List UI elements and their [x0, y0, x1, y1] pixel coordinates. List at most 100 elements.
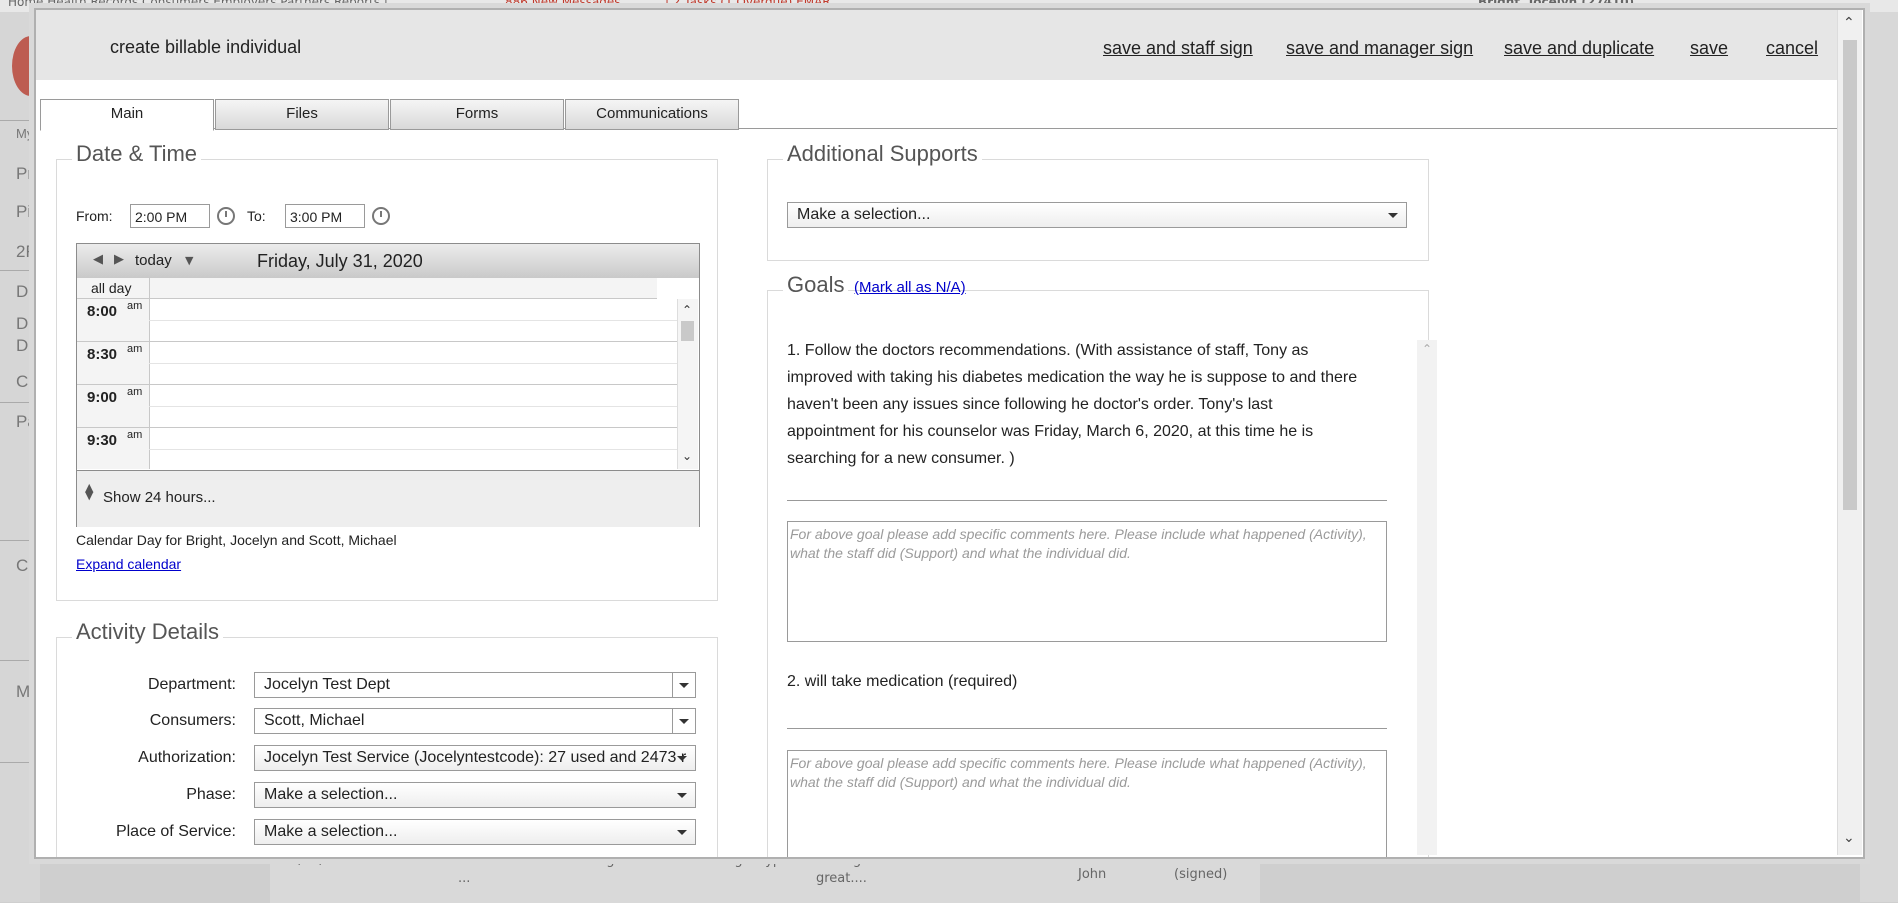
consumers-dropdown-icon[interactable]: [672, 709, 695, 733]
expand-calendar-link[interactable]: Expand calendar: [76, 556, 181, 572]
department-value: Jocelyn Test Dept: [264, 676, 390, 693]
goal-2-comment-placeholder: what the staff did (Support) and what th…: [790, 774, 1131, 790]
calendar-caption: Calendar Day for Bright, Jocelyn and Sco…: [76, 532, 397, 548]
tab-forms[interactable]: Forms: [390, 99, 564, 130]
half-hour-line: [149, 363, 677, 364]
authorization-label: Authorization:: [138, 749, 236, 766]
consumers-combobox[interactable]: Scott, Michael: [254, 708, 696, 734]
goal-1-line: improved with taking his diabetes medica…: [787, 369, 1358, 386]
place-of-service-label: Place of Service:: [115, 823, 236, 840]
calendar-time-slots: 8:00 am 8:30 am 9:00 am 9:30 am: [77, 299, 677, 469]
goals-title: Goals: [783, 272, 849, 298]
tab-main[interactable]: Main: [40, 99, 214, 131]
time-slot-ampm: am: [127, 386, 143, 398]
goals-scrollbar[interactable]: ⌃: [1417, 340, 1437, 855]
calendar-today-button[interactable]: today: [135, 252, 172, 269]
all-day-separator: [149, 278, 150, 298]
goal-1-comment-textarea[interactable]: For above goal please add specific comme…: [787, 521, 1387, 642]
consumers-label: Consumers:: [149, 712, 236, 729]
consumers-value: Scott, Michael: [264, 712, 365, 729]
save-and-manager-sign-button[interactable]: save and manager sign: [1286, 38, 1473, 59]
tab-files[interactable]: Files: [215, 99, 389, 130]
calendar-scroll-down-icon[interactable]: ⌄: [682, 449, 692, 463]
save-and-staff-sign-button[interactable]: save and staff sign: [1103, 38, 1253, 59]
dialog-scrollbar[interactable]: ⌃ ⌄: [1837, 10, 1862, 855]
scroll-down-icon[interactable]: ⌄: [1843, 830, 1855, 846]
from-time-input[interactable]: 2:00 PM: [130, 204, 210, 228]
date-time-title: Date & Time: [72, 141, 202, 167]
department-combobox[interactable]: Jocelyn Test Dept: [254, 672, 696, 698]
expand-hours-icon[interactable]: ▲ ▼: [85, 482, 93, 501]
background-right-edge: [1860, 12, 1898, 902]
goal-2-text: 2. will take medication (required): [787, 668, 1017, 695]
time-slot-time: 9:30: [87, 432, 118, 449]
save-and-duplicate-button[interactable]: save and duplicate: [1504, 38, 1654, 59]
dialog-header: create billable individual save and staf…: [36, 10, 1837, 80]
time-slot[interactable]: 9:00 am: [77, 385, 677, 428]
half-hour-line: [149, 449, 677, 450]
background-row-status: (signed): [1174, 867, 1228, 882]
department-dropdown-icon[interactable]: [672, 673, 695, 697]
time-slot[interactable]: 8:00 am: [77, 299, 677, 342]
calendar-footer[interactable]: ▲ ▼ Show 24 hours...: [77, 470, 699, 527]
authorization-select[interactable]: Jocelyn Test Service (Jocelyntestcode): …: [254, 745, 696, 771]
time-slot-ampm: am: [127, 343, 143, 355]
from-clock-icon[interactable]: [217, 207, 235, 225]
phase-label: Phase:: [186, 786, 236, 803]
activity-details-title: Activity Details: [72, 619, 224, 645]
all-day-label: all day: [91, 280, 132, 296]
to-time-input[interactable]: 3:00 PM: [285, 204, 365, 228]
create-billable-dialog: create billable individual save and staf…: [34, 8, 1865, 859]
scroll-up-icon[interactable]: ⌃: [1843, 15, 1855, 31]
goals-scroll-up-icon[interactable]: ⌃: [1422, 342, 1432, 356]
calendar-next-icon[interactable]: ▶: [114, 252, 124, 267]
from-label: From:: [76, 208, 113, 224]
goal-1-comment-placeholder: what the staff did (Support) and what th…: [790, 545, 1131, 561]
dialog-title: create billable individual: [110, 37, 302, 57]
calendar-date: Friday, July 31, 2020: [257, 251, 423, 271]
mark-all-na-link[interactable]: (Mark all as N/A): [854, 279, 966, 296]
calendar-scroll-up-icon[interactable]: ⌃: [682, 303, 692, 317]
goal-1-line: haven't been any issues since following …: [787, 396, 1273, 413]
time-slot-ampm: am: [127, 300, 143, 312]
half-hour-line: [149, 406, 677, 407]
goal-1-divider: [787, 500, 1387, 501]
time-slot-time: 9:00: [87, 389, 118, 406]
calendar-prev-icon[interactable]: ◀: [93, 252, 103, 267]
to-clock-icon[interactable]: [372, 207, 390, 225]
calendar-scroll-thumb[interactable]: [681, 321, 694, 341]
additional-supports-title: Additional Supports: [783, 141, 982, 167]
time-slot[interactable]: 8:30 am: [77, 342, 677, 385]
calendar-all-day-row[interactable]: all day: [77, 278, 657, 299]
department-label: Department:: [147, 676, 236, 693]
goal-2-line: 2. will take medication (required): [787, 673, 1018, 690]
calendar-header: ◀ ▶ today ▼ Friday, July 31, 2020: [77, 244, 699, 278]
tab-communications[interactable]: Communications: [565, 99, 739, 130]
half-hour-line: [149, 320, 677, 321]
additional-supports-select[interactable]: Make a selection...: [787, 202, 1407, 228]
time-slot[interactable]: 9:30 am: [77, 428, 677, 469]
goal-1-comment-placeholder: For above goal please add specific comme…: [790, 526, 1367, 542]
time-slot-ampm: am: [127, 429, 143, 441]
time-slot-time: 8:00: [87, 303, 118, 320]
background-row-note-b-more: great....: [816, 871, 867, 886]
to-label: To:: [247, 208, 266, 224]
goal-2-comment-textarea[interactable]: For above goal please add specific comme…: [787, 750, 1387, 857]
save-button[interactable]: save: [1690, 38, 1728, 59]
show-24-hours-toggle[interactable]: Show 24 hours...: [103, 489, 216, 506]
calendar-scrollbar[interactable]: ⌃ ⌄: [677, 299, 698, 469]
cancel-button[interactable]: cancel: [1766, 38, 1818, 59]
calendar-today-dropdown-icon[interactable]: ▼: [185, 254, 193, 267]
place-of-service-select[interactable]: Make a selection...: [254, 819, 696, 845]
goal-1-text: 1. Follow the doctors recommendations. (…: [787, 337, 1357, 472]
scrollbar-thumb[interactable]: [1843, 40, 1857, 510]
goal-1-line: searching for a new consumer. ): [787, 450, 1015, 467]
goal-1-line: 1. Follow the doctors recommendations. (…: [787, 342, 1309, 359]
day-calendar: ◀ ▶ today ▼ Friday, July 31, 2020 all da…: [76, 243, 700, 527]
phase-select[interactable]: Make a selection...: [254, 782, 696, 808]
goal-1-line: appointment for his counselor was Friday…: [787, 423, 1314, 440]
background-row-staff: John: [1078, 867, 1107, 882]
time-slot-time: 8:30: [87, 346, 118, 363]
background-label: My: [16, 126, 34, 141]
background-row-note-more: ...: [458, 871, 471, 886]
